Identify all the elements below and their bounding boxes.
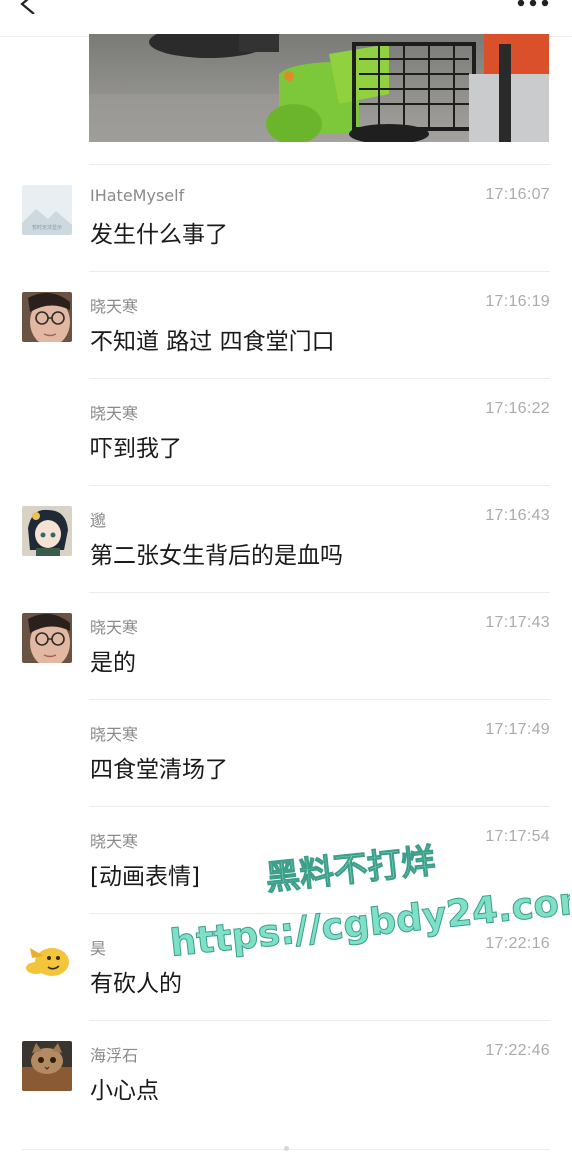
cat-photo-avatar-icon — [22, 1041, 72, 1091]
message-text: 是的 — [90, 650, 136, 676]
message-row[interactable]: 晓天寒 17:17:43 是的 — [0, 592, 572, 699]
selfie-glasses-avatar-icon — [22, 613, 72, 663]
message-time: 17:17:54 — [485, 828, 550, 845]
message-time: 17:17:49 — [485, 721, 550, 738]
message-time: 17:16:07 — [485, 186, 550, 203]
sender-name: 晓天寒 — [90, 725, 139, 744]
avatar[interactable] — [22, 613, 72, 663]
back-arrow-icon[interactable] — [16, 0, 44, 14]
sender-name: 晓天寒 — [90, 618, 139, 637]
message-text: 有砍人的 — [90, 971, 182, 997]
svg-text:暂时无法显示: 暂时无法显示 — [32, 224, 62, 231]
avatar[interactable]: 暂时无法显示 — [22, 185, 72, 235]
sender-name: 昊 — [90, 939, 107, 958]
selfie-glasses-avatar-icon — [22, 292, 72, 342]
anime-character-avatar-icon — [22, 506, 72, 556]
avatar[interactable] — [22, 506, 72, 556]
message-text: 发生什么事了 — [90, 222, 228, 248]
message-row[interactable]: 暂时无法显示 IHateMyself 17:16:07 发生什么事了 — [0, 164, 572, 271]
landscape-placeholder-avatar-icon: 暂时无法显示 — [22, 185, 72, 235]
message-time: 17:16:19 — [485, 293, 550, 310]
message-text: 小心点 — [90, 1078, 159, 1104]
shared-photo[interactable] — [89, 34, 549, 142]
message-time: 17:16:43 — [485, 507, 550, 524]
message-text: 第二张女生背后的是血吗 — [90, 543, 343, 569]
message-time: 17:17:43 — [485, 614, 550, 631]
avatar[interactable] — [22, 1041, 72, 1091]
more-options-icon[interactable] — [516, 0, 550, 8]
message-row[interactable]: 晓天寒 17:17:49 四食堂清场了 — [0, 699, 572, 806]
message-row[interactable]: 晓天寒 17:16:19 不知道 路过 四食堂门口 — [0, 271, 572, 378]
top-bar — [0, 0, 572, 37]
message-row[interactable]: 晓天寒 17:16:22 吓到我了 — [0, 378, 572, 485]
message-row[interactable]: 昊 17:22:16 有砍人的 — [0, 913, 572, 1020]
sender-name: 晓天寒 — [90, 404, 139, 423]
message-row[interactable]: 晓天寒 17:17:54 [动画表情] — [0, 806, 572, 913]
sender-name: 晓天寒 — [90, 297, 139, 316]
message-text: 吓到我了 — [90, 436, 182, 462]
yellow-cartoon-avatar-icon — [22, 934, 72, 984]
message-text: 四食堂清场了 — [90, 757, 228, 783]
message-time: 17:16:22 — [485, 400, 550, 417]
sender-name: 邈 — [90, 511, 107, 530]
scooter-photo-image — [89, 34, 549, 142]
sender-name: 海浮石 — [90, 1046, 139, 1065]
message-time: 17:22:46 — [485, 1042, 550, 1059]
scroll-indicator-dot — [284, 1146, 289, 1151]
avatar[interactable] — [22, 934, 72, 984]
message-text: [动画表情] — [90, 864, 200, 890]
avatar[interactable] — [22, 292, 72, 342]
message-row[interactable]: 海浮石 17:22:46 小心点 — [0, 1020, 572, 1127]
sender-name: 晓天寒 — [90, 832, 139, 851]
message-time: 17:22:16 — [485, 935, 550, 952]
message-row[interactable]: 邈 17:16:43 第二张女生背后的是血吗 — [0, 485, 572, 592]
message-text: 不知道 路过 四食堂门口 — [90, 329, 335, 355]
sender-name: IHateMyself — [90, 186, 185, 205]
